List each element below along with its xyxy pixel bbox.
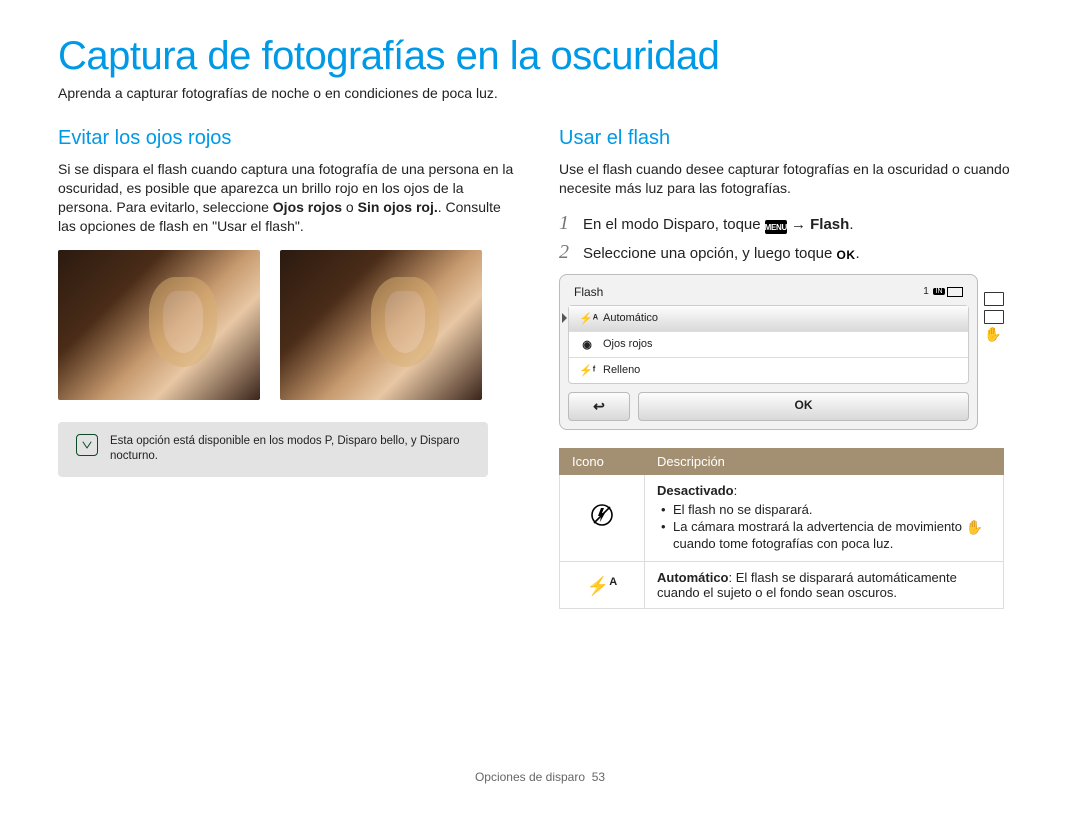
text: Seleccione una opción, y luego toque: [583, 245, 837, 262]
page-title: Captura de fotografías en la oscuridad: [58, 34, 1022, 79]
row-title: Automático: [657, 570, 729, 585]
status-icon: [984, 292, 1004, 306]
status-icon: [984, 310, 1004, 324]
text-bold: Sin ojos roj.: [358, 199, 438, 215]
option-label: Relleno: [603, 364, 640, 376]
shake-warning-icon: ✋: [984, 328, 1002, 342]
step-number: 2: [559, 241, 573, 264]
text: .: [856, 245, 860, 262]
text: o: [342, 199, 358, 215]
redeye-icon: ◉: [579, 338, 595, 351]
example-photos: [58, 250, 521, 400]
option-label: Automático: [603, 312, 658, 324]
flash-fill-icon: ⚡ᶠ: [579, 364, 595, 377]
flash-auto-icon: ⚡ᴬ: [579, 312, 595, 325]
cell-desc: Desactivado: El flash no se disparará. L…: [645, 474, 1004, 561]
left-column: Evitar los ojos rojos Si se dispara el f…: [58, 127, 521, 609]
option-label: Ojos rojos: [603, 338, 653, 350]
shake-warning-icon: ✋: [966, 519, 983, 536]
table-row: Desactivado: El flash no se disparará. L…: [560, 474, 1004, 561]
lcd-screen: Flash 1 IN ⚡ᴬ Automático ◉: [559, 274, 978, 430]
step-1: 1 En el modo Disparo, toque MENU → Flash…: [559, 212, 1022, 235]
flash-paragraph: Use el flash cuando desee capturar fotog…: [559, 160, 1022, 198]
step-2: 2 Seleccione una opción, y luego toque O…: [559, 241, 1022, 264]
back-button[interactable]: ↩: [568, 392, 630, 421]
text: En el modo Disparo, toque: [583, 216, 765, 233]
text-bold: Flash: [810, 216, 849, 233]
menu-icon: MENU: [765, 220, 787, 234]
text: :: [734, 483, 738, 498]
section-heading-redeye: Evitar los ojos rojos: [58, 127, 521, 150]
ok-button[interactable]: OK: [638, 392, 969, 421]
option-auto[interactable]: ⚡ᴬ Automático: [569, 306, 968, 332]
bullet: El flash no se disparará.: [673, 502, 991, 517]
flash-options: ⚡ᴬ Automático ◉ Ojos rojos ⚡ᶠ Relleno: [568, 305, 969, 384]
bullet: La cámara mostrará la advertencia de mov…: [673, 519, 991, 551]
redeye-paragraph: Si se dispara el flash cuando captura un…: [58, 160, 521, 236]
option-redeye[interactable]: ◉ Ojos rojos: [569, 332, 968, 358]
note-text: Esta opción está disponible en los modos…: [110, 434, 470, 465]
table-row: ⚡A Automático: El flash se disparará aut…: [560, 561, 1004, 608]
lcd-status: 1 IN: [921, 286, 963, 297]
lcd-count: 1: [921, 286, 931, 297]
side-status-icons: ✋: [984, 274, 1004, 342]
steps-list: 1 En el modo Disparo, toque MENU → Flash…: [559, 212, 1022, 264]
example-photo-redeye: [58, 250, 260, 400]
right-column: Usar el flash Use el flash cuando desee …: [559, 127, 1022, 609]
camera-lcd-panel: Flash 1 IN ⚡ᴬ Automático ◉: [559, 274, 1004, 430]
footer-section: Opciones de disparo: [475, 770, 585, 784]
text: cuando tome fotografías con poca luz.: [673, 536, 893, 551]
cell-desc: Automático: El flash se disparará automá…: [645, 561, 1004, 608]
page-footer: Opciones de disparo 53: [0, 770, 1080, 784]
note-box: Esta opción está disponible en los modos…: [58, 422, 488, 477]
note-icon: [76, 434, 98, 456]
flash-off-icon: [560, 474, 645, 561]
page-subtitle: Aprenda a capturar fotografías de noche …: [58, 85, 1022, 101]
col-header-icon: Icono: [560, 448, 645, 474]
footer-page-number: 53: [592, 770, 605, 784]
text: →: [787, 216, 810, 233]
lcd-storage-icon: IN: [933, 288, 945, 295]
lcd-battery-icon: [947, 287, 963, 297]
row-title: Desactivado: [657, 483, 734, 498]
step-number: 1: [559, 212, 573, 235]
section-heading-flash: Usar el flash: [559, 127, 1022, 150]
col-header-desc: Descripción: [645, 448, 1004, 474]
text-bold: Ojos rojos: [273, 199, 342, 215]
example-photo-corrected: [280, 250, 482, 400]
option-fill[interactable]: ⚡ᶠ Relleno: [569, 358, 968, 383]
text: La cámara mostrará la advertencia de mov…: [673, 519, 966, 534]
text: .: [849, 216, 853, 233]
flash-description-table: Icono Descripción Desactivado: El flash …: [559, 448, 1004, 609]
lcd-title: Flash: [574, 285, 603, 299]
ok-icon: OK: [837, 248, 856, 262]
flash-auto-icon: ⚡A: [560, 561, 645, 608]
